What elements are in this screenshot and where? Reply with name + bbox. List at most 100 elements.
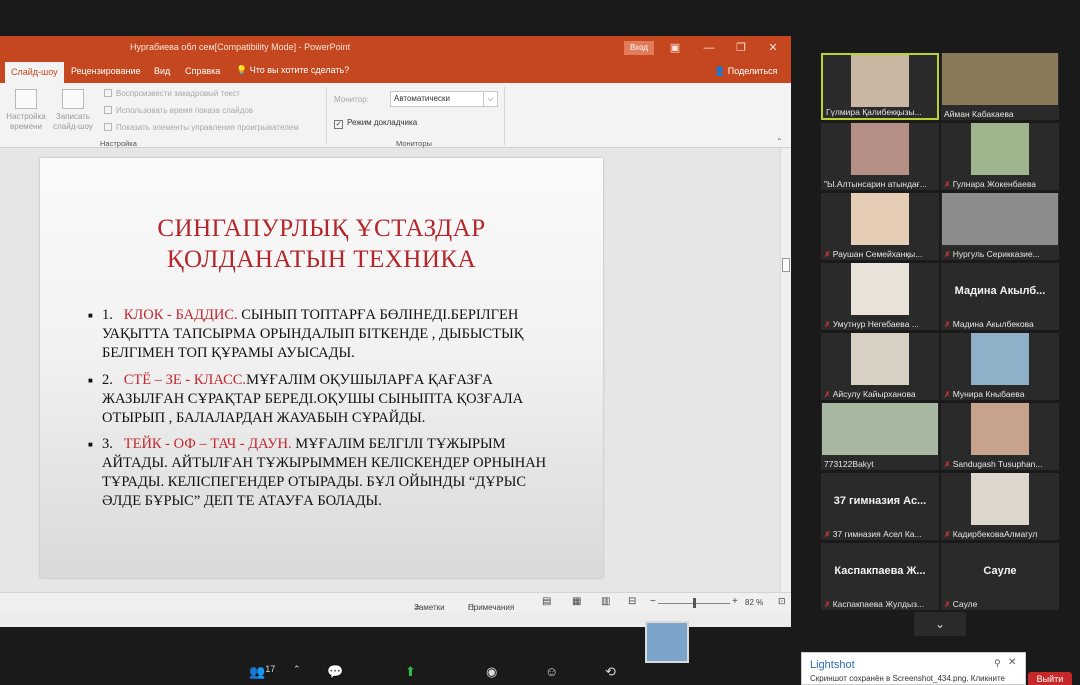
collapse-ribbon-icon[interactable]: ⌃ bbox=[776, 137, 783, 146]
vertical-scrollbar[interactable] bbox=[780, 148, 791, 592]
normal-view-icon[interactable]: ▤ bbox=[542, 596, 551, 607]
participants-count: 17 bbox=[265, 664, 276, 674]
pin-icon[interactable]: ⚲ bbox=[994, 658, 1001, 669]
participant-name-label: Айман Кабакаева bbox=[944, 109, 1056, 119]
zoom-level[interactable]: 82 % bbox=[745, 598, 763, 607]
mic-muted-icon: ✗ bbox=[824, 600, 831, 609]
minimize-icon[interactable]: — bbox=[700, 39, 718, 57]
use-timings-checkbox[interactable]: Использовать время показа слайдов bbox=[104, 106, 253, 115]
participant-tile[interactable]: ✗ Нургуль Серикказие... bbox=[941, 193, 1059, 260]
chevron-down-icon: ⌄ bbox=[934, 617, 946, 631]
login-button[interactable]: Вход bbox=[624, 41, 654, 55]
participant-video bbox=[822, 403, 938, 455]
bullet-square-icon: ■ bbox=[88, 440, 93, 449]
bullet-term: ТЕЙК - ОФ – ТАЧ - ДАУН. bbox=[123, 436, 292, 452]
close-icon[interactable]: ✕ bbox=[764, 39, 782, 57]
tab-view[interactable]: Вид bbox=[154, 66, 170, 76]
participant-tile[interactable]: Сауле ✗ Сауле bbox=[941, 543, 1059, 610]
participant-tile[interactable]: ✗ Раушан Семейханқы... bbox=[821, 193, 939, 260]
mic-muted-icon: ✗ bbox=[944, 460, 951, 469]
participant-tile[interactable]: ✗ Sandugash Tusuphan... bbox=[941, 403, 1059, 470]
ribbon-tabs: Слайд-шоу Рецензирование Вид Справка 💡 Ч… bbox=[0, 60, 791, 83]
record-icon[interactable]: ◉ bbox=[486, 664, 497, 685]
participant-video bbox=[851, 193, 909, 245]
participant-name-label: "Ы.Алтынсарин атындағ... bbox=[824, 179, 936, 189]
reading-view-icon[interactable]: ▥ bbox=[601, 596, 610, 607]
rehearse-timings-button[interactable]: Настройка времени bbox=[3, 89, 49, 132]
zoom-in-icon[interactable]: + bbox=[732, 596, 738, 607]
participant-tile[interactable]: ✗ Айсулу Кайырханова bbox=[821, 333, 939, 400]
participant-video bbox=[851, 55, 909, 107]
participant-name-label: ✗ Раушан Семейханқы... bbox=[824, 249, 936, 259]
share-screen-icon[interactable]: ⬆ bbox=[405, 664, 416, 685]
mic-muted-icon: ✗ bbox=[944, 600, 951, 609]
monitor-select[interactable]: Автоматически ⌵ bbox=[390, 91, 498, 107]
ribbon-separator bbox=[504, 87, 505, 145]
tab-help[interactable]: Справка bbox=[185, 66, 220, 76]
bullet-term: КЛОК - БАДДИС. bbox=[123, 307, 238, 323]
gallery-next-page-button[interactable]: ⌄ bbox=[914, 612, 966, 636]
participant-tile[interactable]: Каспакпаева Ж... ✗ Каспакпаева Жулдыз... bbox=[821, 543, 939, 610]
ppt-window-title: Нургабиева обл сем[Compatibility Mode] -… bbox=[130, 42, 351, 52]
restore-icon[interactable]: ❐ bbox=[732, 39, 750, 57]
participant-tile[interactable]: ✗ Мунира Кныбаева bbox=[941, 333, 1059, 400]
participants-button[interactable]: 👥17 bbox=[249, 664, 275, 685]
bullet-number: 1. bbox=[102, 307, 113, 323]
participant-video bbox=[942, 193, 1058, 245]
screen-share-thumbnail[interactable] bbox=[645, 621, 689, 663]
apps-icon[interactable]: ⟲ bbox=[605, 664, 616, 685]
presenter-view-checkbox[interactable]: ✓ Режим докладчика bbox=[334, 118, 417, 129]
participant-display-name: Каспакпаева Ж... bbox=[834, 565, 926, 577]
participant-tile[interactable]: ✗ Умутнур Негебаева ... bbox=[821, 263, 939, 330]
show-media-controls-checkbox[interactable]: Показать элементы управления проигрывате… bbox=[104, 123, 299, 132]
participant-tile[interactable]: ✗ Гулнара Жокенбаева bbox=[941, 123, 1059, 190]
lightshot-notification[interactable]: Lightshot ⚲ ✕ Скриншот сохранён в Screen… bbox=[801, 652, 1026, 685]
mic-muted-icon: ✗ bbox=[944, 530, 951, 539]
ribbon-separator bbox=[326, 87, 327, 145]
participants-icon: 👥 bbox=[249, 664, 266, 679]
mic-muted-icon: ✗ bbox=[944, 250, 951, 259]
participant-name-label: ✗ Умутнур Негебаева ... bbox=[824, 319, 936, 329]
rehearse-label: Настройка времени bbox=[6, 112, 46, 131]
share-button[interactable]: 👤 Поделиться bbox=[714, 66, 777, 77]
timings-label: Использовать время показа слайдов bbox=[116, 106, 254, 115]
zoom-out-icon[interactable]: − bbox=[650, 596, 656, 607]
participant-tile[interactable]: Мадина Акылб... ✗ Мадина Акылбекова bbox=[941, 263, 1059, 330]
chat-icon[interactable]: 💬 bbox=[327, 664, 343, 685]
reactions-icon[interactable]: ☺ bbox=[545, 664, 558, 685]
participant-tile[interactable]: "Ы.Алтынсарин атындағ... bbox=[821, 123, 939, 190]
tell-me-label: Что вы хотите сделать? bbox=[249, 65, 350, 75]
participant-tile[interactable]: ✗ КадирбековаАлмагул bbox=[941, 473, 1059, 540]
tab-review[interactable]: Рецензирование bbox=[71, 66, 141, 76]
leave-meeting-button[interactable]: Выйти bbox=[1028, 672, 1072, 685]
record-icon bbox=[62, 89, 84, 109]
scrollbar-thumb[interactable] bbox=[782, 258, 790, 272]
slide-title-line2: ҚОЛДАНАТЫН ТЕХНИКА bbox=[166, 246, 477, 273]
participant-name: 773122Bakyt bbox=[824, 459, 874, 469]
zoom-slider-handle[interactable] bbox=[693, 598, 696, 608]
slide[interactable]: СИНГАПУРЛЫҚ ҰСТАЗДАР ҚОЛДАНАТЫН ТЕХНИКА … bbox=[40, 158, 603, 578]
close-icon[interactable]: ✕ bbox=[1008, 657, 1016, 668]
participant-tile[interactable]: 37 гимназия Ас... ✗ 37 гимназия Асел Ка... bbox=[821, 473, 939, 540]
participant-name-label: ✗ КадирбековаАлмагул bbox=[944, 529, 1056, 539]
slideshow-view-icon[interactable]: ⊟ bbox=[628, 596, 636, 607]
share-label: Поделиться bbox=[727, 66, 778, 76]
participant-tile[interactable]: Гүлмира Қалибекқызы... bbox=[821, 53, 939, 120]
participant-name: Sandugash Tusuphan... bbox=[952, 459, 1043, 469]
tell-me-search[interactable]: 💡 Что вы хотите сделать? bbox=[236, 65, 349, 76]
slide-sorter-icon[interactable]: ▦ bbox=[572, 596, 581, 607]
fit-slide-icon[interactable]: ⊡ bbox=[778, 596, 786, 607]
ribbon-display-icon[interactable]: ▣ bbox=[666, 39, 684, 57]
play-narrations-checkbox[interactable]: Воспроизвести закадровый текст bbox=[104, 89, 240, 98]
participant-tile[interactable]: 773122Bakyt bbox=[821, 403, 939, 470]
participant-tile[interactable]: Айман Кабакаева bbox=[941, 53, 1059, 120]
record-slideshow-button[interactable]: Записать слайд-шоу bbox=[50, 89, 96, 132]
tab-slideshow[interactable]: Слайд-шоу bbox=[5, 62, 64, 83]
mic-muted-icon: ✗ bbox=[824, 530, 831, 539]
checkbox-box bbox=[104, 89, 112, 97]
group-label-setup: Настройка bbox=[100, 139, 137, 148]
mic-muted-icon: ✗ bbox=[944, 180, 951, 189]
chevron-up-icon[interactable]: ⌃ bbox=[293, 664, 301, 685]
lightshot-title: Lightshot bbox=[810, 659, 855, 671]
bullet-number: 3. bbox=[102, 436, 113, 452]
